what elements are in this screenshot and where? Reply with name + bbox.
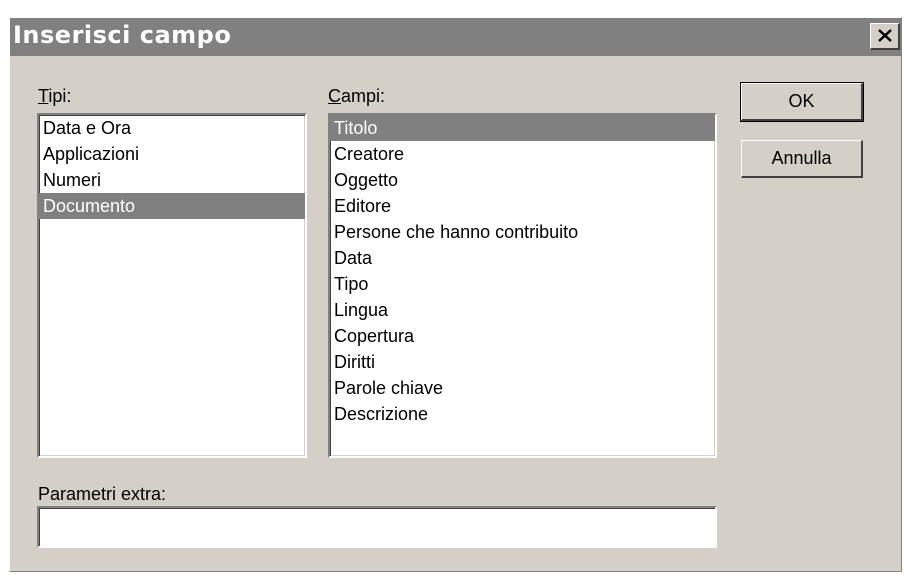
type-list-item[interactable]: Data e Ora [39,115,305,141]
extra-params-label: Parametri extra: [38,484,167,504]
types-label: Tipi: [38,86,71,107]
field-list-item[interactable]: Titolo [330,115,715,141]
fields-label: Campi: [328,86,385,107]
types-listbox[interactable]: Data e Ora Applicazioni Numeri Documento [37,113,307,458]
fields-listbox[interactable]: Titolo Creatore Oggetto Editore Persone che … [328,113,717,458]
field-list-item[interactable]: Tipo [330,271,715,297]
type-list-item[interactable]: Documento [39,193,305,219]
field-list-item[interactable]: Persone che hanno contribuito [330,219,715,245]
type-list-item[interactable]: Numeri [39,167,305,193]
field-list-item[interactable]: Lingua [330,297,715,323]
close-icon [878,29,892,42]
types-label-text: ipi: [48,86,72,106]
ok-button[interactable]: OK [740,82,864,122]
insert-field-dialog: Inserisci campo Tipi: Data e Ora Applicaz… [9,17,902,572]
close-button[interactable] [870,23,900,50]
fields-label-mnemonic: C [328,86,341,106]
cancel-button[interactable]: Annulla [741,140,863,178]
field-list-item[interactable]: Descrizione [330,401,715,427]
dialog-title: Inserisci campo [13,21,232,49]
field-list-item[interactable]: Parole chiave [330,375,715,401]
field-list-item[interactable]: Copertura [330,323,715,349]
types-label-mnemonic: T [38,86,49,106]
title-bar[interactable]: Inserisci campo [10,18,901,56]
field-list-item[interactable]: Data [330,245,715,271]
field-list-item[interactable]: Creatore [330,141,715,167]
extra-params-input[interactable] [37,506,717,548]
field-list-item[interactable]: Diritti [330,349,715,375]
type-list-item[interactable]: Applicazioni [39,141,305,167]
field-list-item[interactable]: Oggetto [330,167,715,193]
fields-label-text: ampi: [341,86,386,106]
field-list-item[interactable]: Editore [330,193,715,219]
